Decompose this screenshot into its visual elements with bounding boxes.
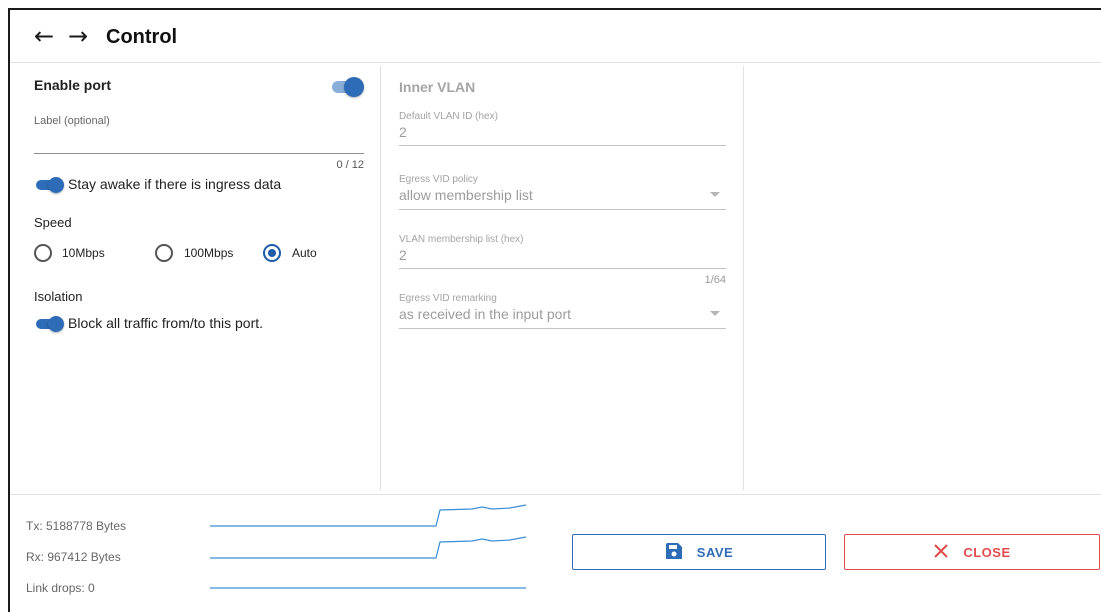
vlan-membership-field[interactable]: VLAN membership list (hex) 2 xyxy=(399,234,726,269)
inner-vlan-heading: Inner VLAN xyxy=(399,79,476,95)
inner-vlan-column: Inner VLAN Default VLAN ID (hex) 2 Egres… xyxy=(382,63,744,493)
egress-vid-remarking-select[interactable]: Egress VID remarking as received in the … xyxy=(399,293,726,329)
radio-auto-label: Auto xyxy=(292,246,317,260)
save-button[interactable]: SAVE xyxy=(572,534,826,570)
stay-awake-toggle[interactable] xyxy=(36,177,64,193)
link-drops-stat: Link drops: 0 xyxy=(26,581,95,595)
arrow-right-icon[interactable]: → xyxy=(68,24,88,48)
footer-divider xyxy=(10,494,1101,495)
radio-10mbps[interactable] xyxy=(34,244,52,262)
egress-vid-policy-value: allow membership list xyxy=(399,187,533,203)
label-char-counter: 0 / 12 xyxy=(336,159,364,171)
page-title: Control xyxy=(106,26,178,48)
label-input[interactable] xyxy=(34,129,364,151)
arrow-left-icon[interactable]: ← xyxy=(34,24,54,48)
radio-10mbps-label: 10Mbps xyxy=(62,246,105,260)
chevron-down-icon xyxy=(710,311,720,316)
egress-vid-remarking-label: Egress VID remarking xyxy=(399,293,497,304)
radio-100mbps-label: 100Mbps xyxy=(184,246,234,260)
isolation-heading: Isolation xyxy=(34,289,83,304)
egress-vid-policy-select[interactable]: Egress VID policy allow membership list xyxy=(399,174,726,210)
block-traffic-toggle[interactable] xyxy=(36,316,64,332)
block-traffic-label: Block all traffic from/to this port. xyxy=(68,315,264,331)
enable-port-label: Enable port xyxy=(34,77,112,93)
default-vlan-label: Default VLAN ID (hex) xyxy=(399,111,498,122)
egress-vid-policy-label: Egress VID policy xyxy=(399,174,478,185)
speed-heading: Speed xyxy=(34,215,72,230)
rx-stat: Rx: 967412 Bytes xyxy=(26,550,121,564)
toggle-knob xyxy=(344,77,364,97)
label-field-label: Label (optional) xyxy=(34,115,110,127)
egress-vid-remarking-value: as received in the input port xyxy=(399,306,571,322)
enable-port-toggle[interactable] xyxy=(330,77,364,97)
vlan-membership-label: VLAN membership list (hex) xyxy=(399,234,524,245)
port-settings-column: Enable port Label (optional) 0 / 12 Stay… xyxy=(10,63,380,493)
radio-100mbps[interactable] xyxy=(155,244,173,262)
membership-char-counter: 1/64 xyxy=(704,274,726,286)
default-vlan-field[interactable]: Default VLAN ID (hex) 2 xyxy=(399,111,726,146)
toggle-knob xyxy=(48,316,64,332)
toggle-knob xyxy=(48,177,64,193)
default-vlan-value: 2 xyxy=(399,124,407,140)
tx-stat: Tx: 5188778 Bytes xyxy=(26,519,127,533)
stay-awake-label: Stay awake if there is ingress data xyxy=(68,176,282,192)
radio-auto[interactable] xyxy=(263,244,281,262)
close-button[interactable]: CLOSE xyxy=(844,534,1100,570)
vlan-membership-value: 2 xyxy=(399,247,407,263)
dialog-header: ← → Control xyxy=(10,10,1101,63)
column-divider xyxy=(380,66,381,490)
link-drops-sparkline xyxy=(210,587,526,589)
floppy-disk-icon xyxy=(665,542,683,563)
close-button-label: CLOSE xyxy=(963,544,1011,560)
save-button-label: SAVE xyxy=(696,544,734,560)
chevron-down-icon xyxy=(710,192,720,197)
column-divider xyxy=(743,66,744,490)
control-dialog: ← → Control Enable port Label (optional)… xyxy=(8,8,1101,612)
label-field[interactable]: Label (optional) xyxy=(34,111,364,154)
close-x-icon xyxy=(933,543,949,562)
